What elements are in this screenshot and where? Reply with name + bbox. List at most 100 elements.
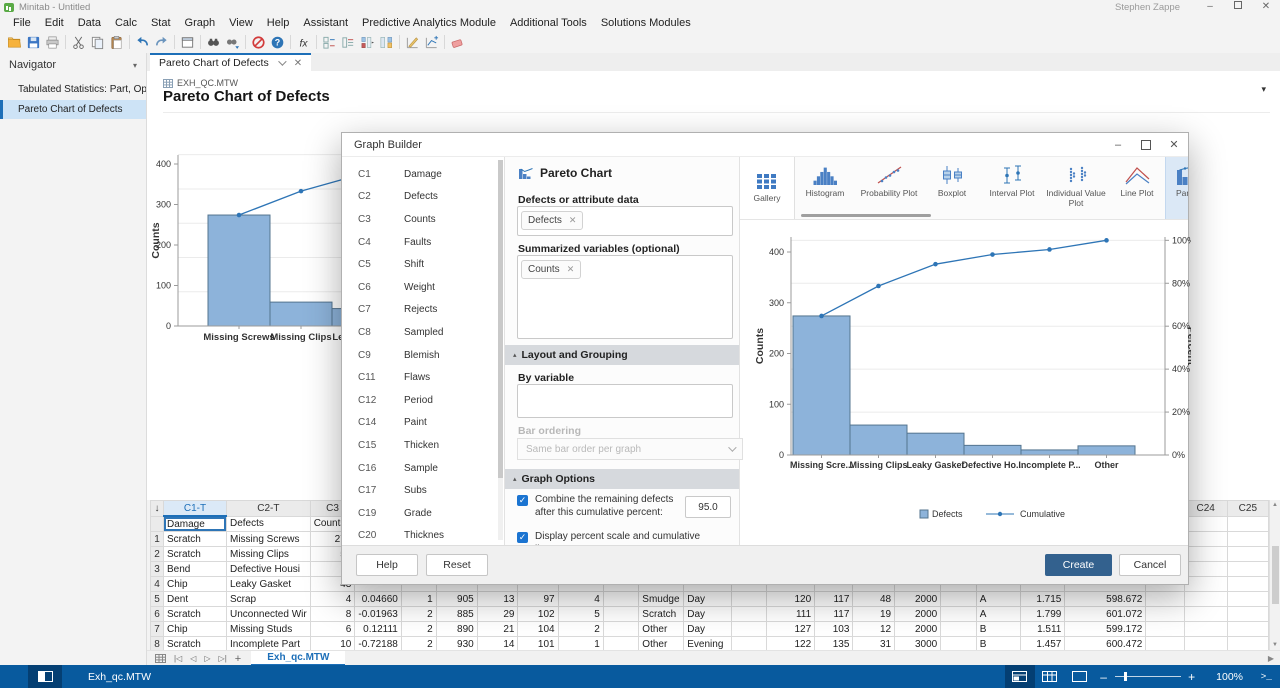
eraser-icon[interactable] xyxy=(448,33,467,51)
last-sheet-icon[interactable]: ▷| xyxy=(219,654,227,663)
chevron-down-icon[interactable] xyxy=(278,57,286,65)
table-cell[interactable] xyxy=(1184,637,1227,651)
table-cell[interactable] xyxy=(1184,532,1227,547)
table-cell[interactable]: 31 xyxy=(853,637,895,651)
paste-icon[interactable] xyxy=(107,33,126,51)
row-header[interactable]: 4 xyxy=(151,577,164,592)
active-worksheet-icon[interactable] xyxy=(28,665,62,688)
tab-pareto-chart-of-defects[interactable]: Pareto Chart of Defects ✕ xyxy=(150,53,311,71)
copy-icon[interactable] xyxy=(88,33,107,51)
table-cell[interactable] xyxy=(732,622,767,637)
add-sheet-icon[interactable]: + xyxy=(235,653,241,665)
table-cell[interactable]: 117 xyxy=(815,592,853,607)
table-cell[interactable]: 885 xyxy=(436,607,477,622)
table-cell[interactable]: A xyxy=(976,592,1020,607)
table-cell[interactable]: Incomplete Part xyxy=(226,637,310,651)
menu-edit[interactable]: Edit xyxy=(38,17,71,29)
menu-help[interactable]: Help xyxy=(260,17,297,29)
gallery-item-interval-plot[interactable]: Interval Plot xyxy=(981,157,1043,219)
zoom-in-icon[interactable]: + xyxy=(1183,670,1201,684)
table-cell[interactable] xyxy=(1227,637,1268,651)
menu-data[interactable]: Data xyxy=(71,17,108,29)
table-cell[interactable] xyxy=(732,637,767,651)
row-header[interactable]: 7 xyxy=(151,622,164,637)
checkbox-checked-icon[interactable]: ✓ xyxy=(517,495,528,506)
table-cell[interactable] xyxy=(1184,562,1227,577)
menu-additional-tools[interactable]: Additional Tools xyxy=(503,17,594,29)
open-icon[interactable] xyxy=(5,33,24,51)
gallery-item-line-plot[interactable]: Line Plot xyxy=(1109,157,1165,219)
table-cell[interactable]: Scrap xyxy=(226,592,310,607)
table-cell[interactable]: 4 xyxy=(558,592,603,607)
table-cell[interactable] xyxy=(1227,592,1268,607)
table-cell[interactable]: Missing Screws xyxy=(226,532,310,547)
table-cell[interactable]: 97 xyxy=(518,592,558,607)
column-header[interactable]: C25 xyxy=(1227,501,1268,517)
stop-icon[interactable] xyxy=(249,33,268,51)
table-cell[interactable]: 905 xyxy=(436,592,477,607)
table-cell[interactable]: 1.511 xyxy=(1021,622,1065,637)
stack-icon[interactable] xyxy=(358,33,377,51)
table-cell[interactable]: Smudge xyxy=(639,592,684,607)
table-cell[interactable]: Scratch xyxy=(163,607,226,622)
column-name-cell[interactable] xyxy=(1227,516,1268,532)
worksheet-list-icon[interactable] xyxy=(155,654,166,663)
column-list-item[interactable]: C3Counts xyxy=(342,208,504,231)
table-cell[interactable]: Bend xyxy=(163,562,226,577)
table-cell[interactable]: -0.72188 xyxy=(355,637,401,651)
print-icon[interactable] xyxy=(43,33,62,51)
table-cell[interactable]: Defective Housi xyxy=(226,562,310,577)
close-icon[interactable]: ✕ xyxy=(294,58,302,69)
table-cell[interactable]: B xyxy=(976,622,1020,637)
table-cell[interactable]: Scratch xyxy=(163,637,226,651)
gallery-item-probability-plot[interactable]: Probability Plot xyxy=(855,157,923,219)
table-cell[interactable] xyxy=(1227,607,1268,622)
bar-ordering-select[interactable]: Same bar order per graph xyxy=(517,438,743,460)
table-cell[interactable] xyxy=(941,607,976,622)
column-list-item[interactable]: C14Paint xyxy=(342,412,504,435)
close-icon[interactable]: ✕ xyxy=(1252,0,1280,14)
table-cell[interactable] xyxy=(603,637,638,651)
restore-icon[interactable] xyxy=(1224,0,1252,14)
table-cell[interactable]: 599.172 xyxy=(1065,622,1146,637)
table-cell[interactable]: Leaky Gasket xyxy=(226,577,310,592)
brush-icon[interactable] xyxy=(403,33,422,51)
table-cell[interactable] xyxy=(1146,592,1184,607)
table-cell[interactable]: 103 xyxy=(815,622,853,637)
first-sheet-icon[interactable]: |◁ xyxy=(174,654,182,663)
single-view-icon[interactable] xyxy=(1065,665,1095,688)
undo-icon[interactable] xyxy=(133,33,152,51)
previous-sheet-icon[interactable]: ◁ xyxy=(190,654,196,663)
menu-assistant[interactable]: Assistant xyxy=(296,17,355,29)
defects-variable-field[interactable]: Defects ✕ xyxy=(517,206,733,236)
column-list-item[interactable]: C15Thicken xyxy=(342,434,504,457)
table-cell[interactable]: 2 xyxy=(401,637,436,651)
column-list-item[interactable]: C8Sampled xyxy=(342,321,504,344)
table-cell[interactable]: 2 xyxy=(558,622,603,637)
table-cell[interactable] xyxy=(1227,547,1268,562)
table-cell[interactable] xyxy=(1184,592,1227,607)
scroll-down-icon[interactable]: ▼ xyxy=(1272,642,1278,648)
table-cell[interactable]: Scratch xyxy=(639,607,684,622)
grid-view-icon[interactable] xyxy=(1035,665,1065,688)
table-cell[interactable]: 0.12111 xyxy=(355,622,401,637)
table-cell[interactable]: Unconnected Wir xyxy=(226,607,310,622)
table-cell[interactable]: -0.01963 xyxy=(355,607,401,622)
table-cell[interactable] xyxy=(941,622,976,637)
table-cell[interactable] xyxy=(1146,637,1184,651)
gallery-home-item[interactable]: Gallery xyxy=(740,157,795,219)
column-list-item[interactable]: C1Damage xyxy=(342,163,504,186)
table-cell[interactable]: Day xyxy=(684,607,732,622)
table-cell[interactable]: 135 xyxy=(815,637,853,651)
table-cell[interactable] xyxy=(1227,562,1268,577)
table-cell[interactable] xyxy=(1227,577,1268,592)
cumulative-percent-input[interactable] xyxy=(685,496,731,518)
table-cell[interactable] xyxy=(603,607,638,622)
table-cell[interactable]: Evening xyxy=(684,637,732,651)
table-cell[interactable]: A xyxy=(976,607,1020,622)
table-cell[interactable]: Chip xyxy=(163,577,226,592)
output-options-icon[interactable]: ▾ xyxy=(1261,84,1266,95)
table-cell[interactable]: B xyxy=(976,637,1020,651)
table-cell[interactable]: Dent xyxy=(163,592,226,607)
table-cell[interactable]: 21 xyxy=(477,622,518,637)
